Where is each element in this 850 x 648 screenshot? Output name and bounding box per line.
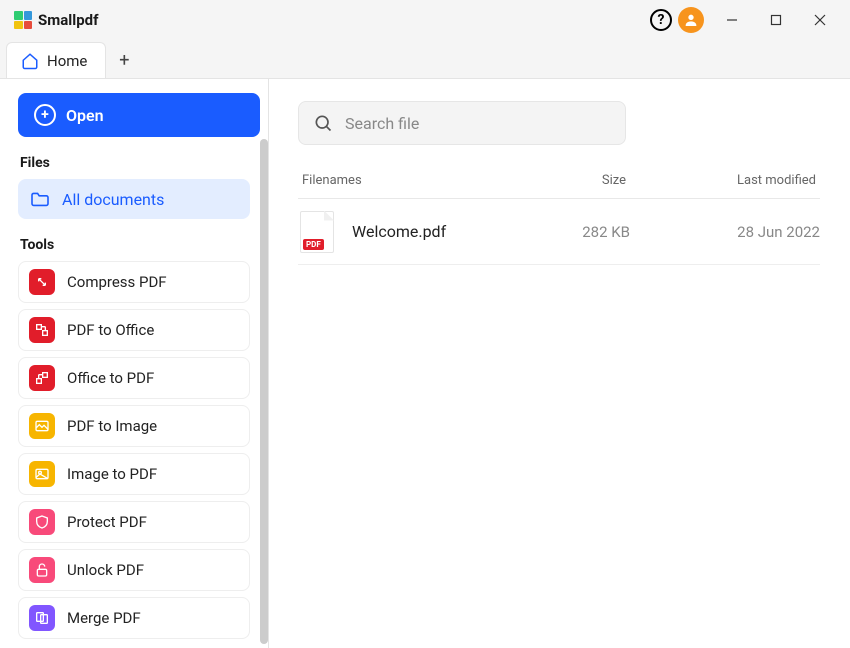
- content: Filenames Size Last modified PDF Welcome…: [268, 79, 850, 648]
- merge-icon: [29, 605, 55, 631]
- tool-unlock-pdf[interactable]: Unlock PDF: [18, 549, 250, 591]
- search-box[interactable]: [298, 101, 626, 145]
- pdf-to-image-icon: [29, 413, 55, 439]
- sidebar-item-all-documents[interactable]: All documents: [18, 179, 250, 219]
- search-input[interactable]: [345, 114, 611, 133]
- help-icon[interactable]: ?: [650, 9, 672, 31]
- files-section-label: Files: [20, 155, 258, 171]
- compress-icon: [29, 269, 55, 295]
- close-button[interactable]: [798, 0, 842, 40]
- tools-section-label: Tools: [20, 237, 258, 253]
- tab-home[interactable]: Home: [6, 42, 106, 78]
- logo-icon: [14, 11, 32, 29]
- file-row[interactable]: PDF Welcome.pdf 282 KB 28 Jun 2022: [298, 199, 820, 265]
- file-modified: 28 Jun 2022: [680, 223, 820, 241]
- app-title: Smallpdf: [38, 11, 98, 29]
- tool-compress-pdf[interactable]: Compress PDF: [18, 261, 250, 303]
- titlebar: Smallpdf ?: [0, 0, 850, 40]
- tool-pdf-to-image[interactable]: PDF to Image: [18, 405, 250, 447]
- pdf-badge: PDF: [303, 239, 324, 250]
- sidebar-scrollbar[interactable]: [260, 139, 268, 644]
- column-last-modified: Last modified: [676, 173, 816, 188]
- file-thumbnail: PDF: [300, 211, 334, 253]
- tool-pdf-to-office[interactable]: PDF to Office: [18, 309, 250, 351]
- sidebar: + Open Files All documents Tools Compres…: [0, 79, 268, 648]
- folder-icon: [30, 191, 50, 207]
- file-name: Welcome.pdf: [352, 222, 540, 241]
- sidebar-item-label: All documents: [62, 190, 164, 209]
- protect-icon: [29, 509, 55, 535]
- plus-circle-icon: +: [34, 104, 56, 126]
- unlock-icon: [29, 557, 55, 583]
- open-button[interactable]: + Open: [18, 93, 260, 137]
- maximize-button[interactable]: [754, 0, 798, 40]
- tab-home-label: Home: [47, 52, 87, 70]
- divider: [268, 79, 269, 648]
- tool-label: Protect PDF: [67, 513, 147, 531]
- column-size: Size: [536, 173, 676, 188]
- avatar[interactable]: [678, 7, 704, 33]
- tool-protect-pdf[interactable]: Protect PDF: [18, 501, 250, 543]
- tool-label: PDF to Image: [67, 417, 157, 435]
- tabbar: Home +: [0, 40, 850, 78]
- tool-label: Image to PDF: [67, 465, 157, 483]
- tool-label: PDF to Office: [67, 321, 154, 339]
- pdf-to-office-icon: [29, 317, 55, 343]
- office-to-pdf-icon: [29, 365, 55, 391]
- new-tab-button[interactable]: +: [106, 42, 142, 78]
- open-button-label: Open: [66, 106, 104, 125]
- main: + Open Files All documents Tools Compres…: [0, 78, 850, 648]
- tool-merge-pdf[interactable]: Merge PDF: [18, 597, 250, 639]
- tool-label: Merge PDF: [67, 609, 141, 627]
- search-icon: [313, 113, 333, 133]
- tool-image-to-pdf[interactable]: Image to PDF: [18, 453, 250, 495]
- tool-label: Compress PDF: [67, 273, 167, 291]
- tool-office-to-pdf[interactable]: Office to PDF: [18, 357, 250, 399]
- file-size: 282 KB: [540, 223, 680, 241]
- tool-label: Unlock PDF: [67, 561, 144, 579]
- minimize-button[interactable]: [710, 0, 754, 40]
- image-to-pdf-icon: [29, 461, 55, 487]
- column-filenames: Filenames: [302, 173, 536, 188]
- list-header: Filenames Size Last modified: [298, 173, 820, 199]
- tool-label: Office to PDF: [67, 369, 154, 387]
- app-logo: Smallpdf: [14, 11, 98, 29]
